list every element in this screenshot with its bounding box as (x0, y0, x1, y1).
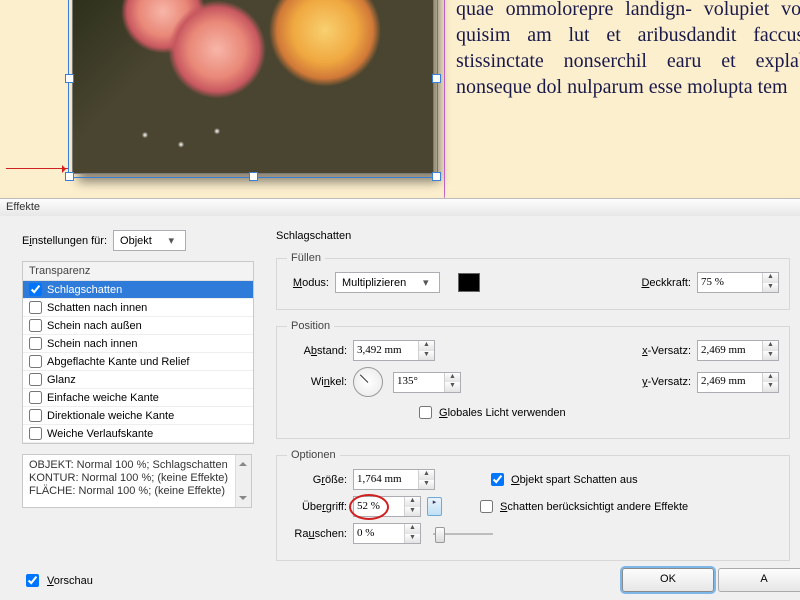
options-legend: Optionen (287, 449, 340, 461)
effect-item[interactable]: Schein nach innen (23, 335, 253, 353)
angle-label: Winkel: (287, 376, 347, 388)
noise-spinner[interactable]: ▲▼ (353, 523, 421, 544)
ok-button[interactable]: OK (622, 568, 714, 592)
effect-label: Weiche Verlaufskante (47, 428, 153, 440)
dialog-title: Effekte (0, 198, 800, 217)
position-group: Position Abstand: ▲▼ x-Versatz: ▲▼ Winke… (276, 320, 790, 439)
effects-dialog: Einstellungen für: Objekt▾ Transparenz S… (0, 216, 800, 600)
effect-label: Abgeflachte Kante und Relief (47, 356, 190, 368)
knockout-checkbox[interactable]: Objekt spart Schatten aus (487, 470, 638, 489)
fill-group: Füllen Modus: Multiplizieren▾ Deckkraft:… (276, 252, 790, 310)
spread-spinner[interactable]: ▲▼ (353, 496, 421, 517)
summary-line: FLÄCHE: Normal 100 %; (keine Effekte) (29, 485, 245, 498)
spread-label: Übergriff: (287, 501, 347, 513)
panel-title: Schlagschatten (276, 230, 800, 242)
effect-label: Schlagschatten (47, 284, 122, 296)
xoffset-spinner[interactable]: ▲▼ (697, 340, 779, 361)
effect-item[interactable]: Schlagschatten (23, 281, 253, 299)
effects-list-header[interactable]: Transparenz (23, 262, 253, 281)
size-spinner[interactable]: ▲▼ (353, 469, 435, 490)
effect-item[interactable]: Einfache weiche Kante (23, 389, 253, 407)
effect-checkbox[interactable] (29, 391, 42, 404)
color-swatch[interactable] (458, 273, 480, 292)
xoffset-label: x-Versatz: (642, 345, 691, 357)
chevron-down-icon: ▾ (412, 276, 439, 289)
distance-spinner[interactable]: ▲▼ (353, 340, 435, 361)
yoffset-label: y-Versatz: (642, 376, 691, 388)
effect-label: Schein nach außen (47, 320, 142, 332)
effect-item[interactable]: Direktionale weiche Kante (23, 407, 253, 425)
summary-line: OBJEKT: Normal 100 %; Schlagschatten (29, 459, 245, 472)
effect-settings-panel: Schlagschatten Füllen Modus: Multiplizie… (276, 230, 800, 571)
effect-item[interactable]: Schein nach außen (23, 317, 253, 335)
annotation-arrow (6, 168, 68, 169)
effect-checkbox[interactable] (29, 319, 42, 332)
effect-checkbox[interactable] (29, 301, 42, 314)
angle-dial[interactable] (353, 367, 383, 397)
placed-image[interactable] (72, 0, 434, 174)
fill-legend: Füllen (287, 252, 325, 264)
noise-label: Rauschen: (287, 528, 347, 540)
effects-list: Transparenz Schlagschatten Schatten nach … (22, 261, 254, 444)
scrollbar[interactable] (235, 455, 251, 507)
spread-slider-toggle[interactable]: ▸ (427, 497, 442, 516)
angle-spinner[interactable]: ▲▼ (393, 372, 461, 393)
effect-checkbox[interactable] (29, 427, 42, 440)
effect-item[interactable]: Glanz (23, 371, 253, 389)
distance-label: Abstand: (287, 345, 347, 357)
effect-label: Schein nach innen (47, 338, 138, 350)
effect-label: Einfache weiche Kante (47, 392, 159, 404)
summary-line: KONTUR: Normal 100 %; (keine Effekte) (29, 472, 245, 485)
noise-slider[interactable] (433, 530, 493, 538)
effect-checkbox[interactable] (29, 355, 42, 368)
effect-checkbox[interactable] (29, 337, 42, 350)
global-light-checkbox[interactable]: Globales Licht verwenden (415, 403, 566, 422)
mode-dropdown[interactable]: Multiplizieren▾ (335, 272, 440, 293)
opacity-label: Deckkraft: (641, 277, 691, 289)
effect-checkbox[interactable] (29, 373, 42, 386)
guide-line (444, 0, 445, 200)
options-group: Optionen Größe: ▲▼ Objekt spart Schatten… (276, 449, 790, 561)
honors-effects-checkbox[interactable]: Schatten berücksichtigt andere Effekte (476, 497, 688, 516)
effect-item[interactable]: Weiche Verlaufskante (23, 425, 253, 443)
effect-item[interactable]: Schatten nach innen (23, 299, 253, 317)
effect-label: Glanz (47, 374, 76, 386)
effect-item[interactable]: Abgeflachte Kante und Relief (23, 353, 253, 371)
size-label: Größe: (287, 474, 347, 486)
effect-checkbox[interactable] (29, 409, 42, 422)
document-canvas: quae ommolorepre landign- volupiet volec… (0, 0, 800, 200)
effect-checkbox[interactable] (29, 283, 42, 296)
preview-checkbox[interactable]: Vorschau (22, 571, 93, 590)
effect-label: Direktionale weiche Kante (47, 410, 174, 422)
mode-label: Modus: (287, 277, 329, 289)
settings-for-dropdown[interactable]: Objekt▾ (113, 230, 186, 251)
chevron-down-icon: ▾ (158, 234, 185, 247)
position-legend: Position (287, 320, 334, 332)
effects-summary: OBJEKT: Normal 100 %; Schlagschatten KON… (22, 454, 252, 508)
effect-label: Schatten nach innen (47, 302, 147, 314)
opacity-spinner[interactable]: ▲▼ (697, 272, 779, 293)
cancel-button[interactable]: A (718, 568, 800, 592)
body-text: quae ommolorepre landign- volupiet volec… (456, 0, 800, 100)
settings-for-label: Einstellungen für: (22, 235, 107, 247)
yoffset-spinner[interactable]: ▲▼ (697, 372, 779, 393)
